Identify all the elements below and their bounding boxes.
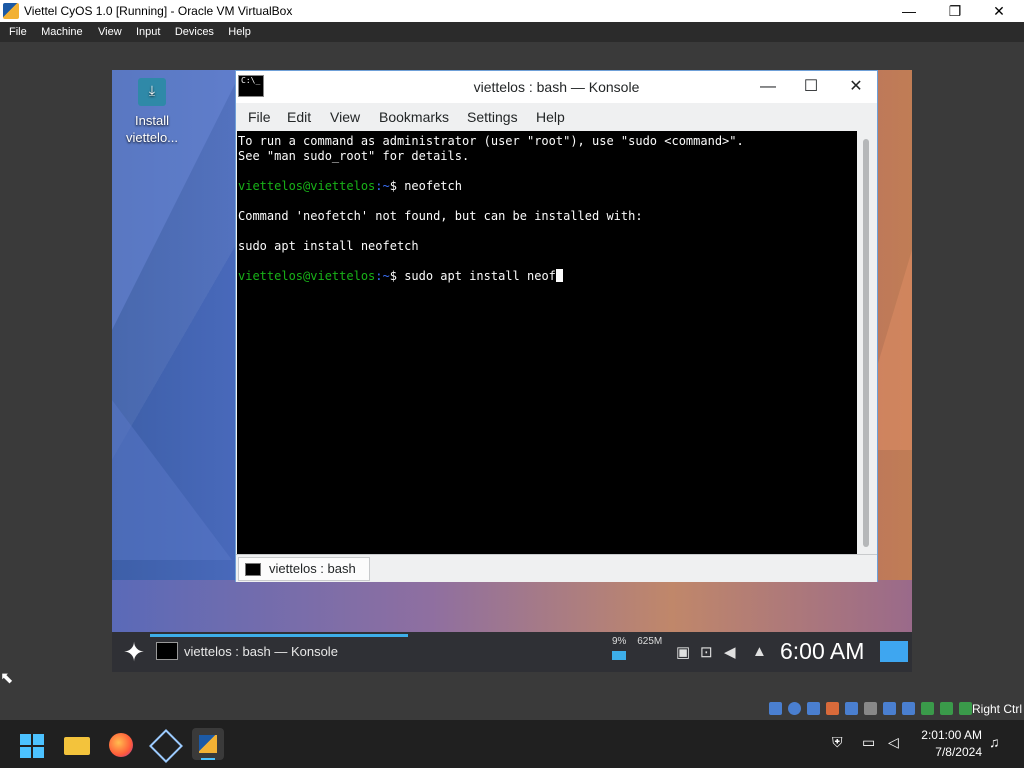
konsole-titlebar[interactable]: C:\_ viettelos : bash — Konsole — ☐ ✕ [236,71,877,103]
terminal-command: neofetch [404,179,462,193]
shared-folders-icon[interactable] [864,702,877,715]
guest-clock[interactable]: 6:00 AM [780,638,864,665]
usb-icon[interactable]: ▣ [676,643,690,661]
konsole-tabbar: viettelos : bash [236,554,877,582]
system-monitor-widget[interactable]: 9% 625M [612,636,662,660]
konsole-minimize-button[interactable]: — [753,75,783,99]
vbox-menu-help[interactable]: Help [228,22,251,42]
vbox-restore-button[interactable]: ❐ [932,0,978,22]
desktop-icon-label-line1: Install [135,113,169,128]
terminal-tab-icon [245,563,261,576]
konsole-tab-label: viettelos : bash [269,561,356,576]
virtualbox-icon[interactable] [148,728,183,763]
show-desktop-button[interactable] [880,641,908,662]
expand-tray-icon[interactable]: ▲ [752,643,767,660]
prompt-path: :~ [375,269,390,283]
terminal-output[interactable]: To run a command as administrator (user … [237,131,857,554]
cpu-usage: 9% [612,636,627,647]
terminal-scrollbar[interactable] [857,131,877,554]
konsole-maximize-button[interactable]: ☐ [796,75,826,99]
vbox-menu-devices[interactable]: Devices [175,22,214,42]
cpu-graph-icon [612,651,626,660]
vbox-menu-file[interactable]: File [9,22,27,42]
host-key-label: Right Ctrl [971,702,1022,716]
konsole-menu-file[interactable]: File [248,109,271,125]
volume-icon[interactable]: ◀ [724,643,736,661]
vbox-menubar: File Machine View Input Devices Help [0,22,1024,42]
konsole-close-button[interactable]: ✕ [841,75,871,99]
usb-device-icon[interactable] [845,702,858,715]
konsole-window: C:\_ viettelos : bash — Konsole — ☐ ✕ Fi… [235,70,878,582]
vbox-menu-view[interactable]: View [98,22,122,42]
hard-disk-icon[interactable] [769,702,782,715]
virtualbox-logo-icon [3,3,19,19]
konsole-menu-help[interactable]: Help [536,109,565,125]
vbox-statusbar: Right Ctrl [760,699,1024,719]
volume-muted-icon[interactable]: ◁ [888,734,899,751]
file-explorer-icon[interactable] [61,728,93,760]
prompt-path: :~ [375,179,390,193]
guest-panel: ✦ viettelos : bash — Konsole 9% 625M ▣ ⊡… [112,632,912,672]
windows-date[interactable]: 7/8/2024 [912,745,982,759]
application-launcher-icon[interactable]: ✦ [118,636,150,668]
desktop-icon-install[interactable]: ⤓ Install viettelo... [120,78,184,146]
network-adapter-icon[interactable] [826,702,839,715]
prompt-user: viettelos@viettelos [238,179,376,193]
windows-taskbar: ⛨ ▭ ◁ 2:01:00 AM 7/8/2024 ♫ [0,720,1024,768]
terminal-line: See "man sudo_root" for details. [238,149,470,163]
terminal-line: To run a command as administrator (user … [238,134,744,148]
konsole-menu-view[interactable]: View [330,109,360,125]
display-icon[interactable] [883,702,896,715]
security-shield-icon[interactable]: ⛨ [832,734,843,751]
cpu-activity-icon[interactable] [921,702,934,715]
desktop-icon-label-line2: viettelo... [125,130,179,145]
vbox-minimize-button[interactable]: — [886,0,932,22]
terminal-current-input[interactable]: sudo apt install neof [404,269,556,283]
text-cursor [555,269,563,282]
download-install-icon: ⤓ [138,78,166,106]
notification-bell-icon[interactable]: ♫ [989,734,1000,750]
keyboard-capture-icon[interactable] [959,702,972,715]
firefox-icon[interactable] [105,728,137,760]
vm-window-icon[interactable] [192,728,224,760]
vbox-menu-machine[interactable]: Machine [41,22,83,42]
task-progress-indicator [150,634,408,637]
windows-start-icon[interactable] [16,728,48,760]
vbox-menu-input[interactable]: Input [136,22,160,42]
konsole-tab[interactable]: viettelos : bash [238,557,370,581]
vbox-titlebar: Viettel CyOS 1.0 [Running] - Oracle VM V… [0,0,1024,22]
vbox-window-title: Viettel CyOS 1.0 [Running] - Oracle VM V… [24,4,293,18]
scrollbar-thumb[interactable] [863,139,869,547]
prompt-symbol: $ [389,179,405,193]
terminal-line: sudo apt install neofetch [238,239,419,253]
terminal-line: Command 'neofetch' not found, but can be… [238,209,643,223]
network-tray-icon[interactable]: ▭ [862,734,875,751]
mouse-cursor-icon: ⬉ [0,670,14,687]
vbox-close-button[interactable]: ✕ [976,0,1022,22]
konsole-task-icon[interactable] [156,642,178,660]
memory-usage: 625M [637,636,663,647]
recording-icon[interactable] [902,702,915,715]
konsole-menu-edit[interactable]: Edit [287,109,311,125]
optical-drive-icon[interactable] [788,702,801,715]
konsole-menubar: File Edit View Bookmarks Settings Help [236,103,877,131]
windows-time[interactable]: 2:01:00 AM [912,728,982,742]
konsole-menu-settings[interactable]: Settings [467,109,518,125]
audio-icon[interactable] [807,702,820,715]
prompt-user: viettelos@viettelos [238,269,376,283]
konsole-task-label[interactable]: viettelos : bash — Konsole [184,644,338,659]
prompt-symbol: $ [389,269,405,283]
network-icon[interactable]: ⊡ [700,643,713,661]
konsole-menu-bookmarks[interactable]: Bookmarks [379,109,449,125]
mouse-integration-icon[interactable] [940,702,953,715]
